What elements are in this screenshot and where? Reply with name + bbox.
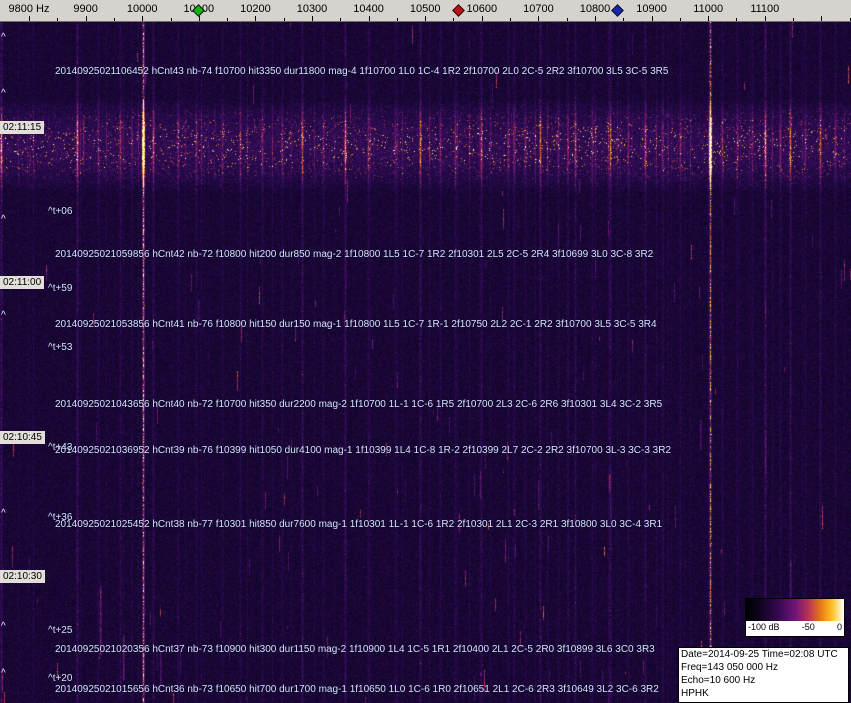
freq-tick: [57, 18, 58, 21]
freq-tick-label: 10800: [580, 3, 611, 15]
freq-tick: [567, 18, 568, 21]
time-offset-mark: ^t+25: [48, 625, 72, 636]
detection-log-line: 20140925021043656 hCnt40 nb-72 f10700 hi…: [55, 399, 662, 410]
freq-tick-label: 10000: [127, 3, 158, 15]
freq-tick: [29, 16, 30, 21]
freq-tick: [623, 18, 624, 21]
freq-tick: [425, 16, 426, 21]
detection-log-line: 20140925021020356 hCnt37 nb-73 f10900 hi…: [55, 644, 655, 655]
event-caret-icon: ^: [1, 311, 6, 321]
freq-tick-label: 10600: [467, 3, 498, 15]
freq-tick: [510, 18, 511, 21]
time-offset-mark: ^t+53: [48, 342, 72, 353]
event-caret-icon: ^: [1, 509, 6, 519]
legend-mid-label: -50: [802, 622, 815, 632]
status-info-box: Date=2014-09-25 Time=02:08 UTCFreq=143 0…: [678, 647, 849, 703]
spectrogram-waterfall[interactable]: [0, 22, 851, 703]
detection-log-line: 20140925021036952 hCnt39 nb-76 f10399 hi…: [55, 445, 671, 456]
time-axis-label: 02:10:45: [0, 431, 45, 444]
freq-tick-label: 11100: [750, 3, 779, 15]
freq-tick: [793, 18, 794, 21]
freq-tick: [397, 18, 398, 21]
detection-log-line: 20140925021053856 hCnt41 nb-76 f10800 hi…: [55, 319, 657, 330]
freq-tick: [340, 18, 341, 21]
info-box-line: Freq=143 050 000 Hz: [681, 661, 846, 674]
freq-tick: [255, 16, 256, 21]
freq-tick: [708, 16, 709, 21]
freq-tick-label: 10200: [240, 3, 271, 15]
legend-min-label: -100 dB: [748, 622, 780, 632]
freq-tick: [736, 18, 737, 21]
time-offset-mark: ^t+06: [48, 206, 72, 217]
event-caret-icon: ^: [1, 89, 6, 99]
time-offset-mark: ^t+43: [48, 442, 72, 453]
freq-tick: [369, 16, 370, 21]
db-gradient-bar: [746, 599, 844, 621]
freq-tick: [142, 16, 143, 21]
freq-tick: [171, 18, 172, 21]
event-caret-icon: ^: [1, 669, 6, 679]
detection-log-line: 20140925021015656 hCnt36 nb-73 f10650 hi…: [55, 684, 659, 695]
freq-tick: [199, 16, 200, 21]
frequency-scale-bar: 9800 Hz990010000101001020010300104001050…: [0, 0, 851, 22]
freq-tick: [652, 16, 653, 21]
event-caret-icon: ^: [1, 215, 6, 225]
time-axis-label: 02:11:15: [0, 121, 44, 134]
freq-tick: [595, 16, 596, 21]
color-scale-legend: -100 dB -50 0: [745, 598, 845, 637]
freq-tick-label: 10300: [297, 3, 328, 15]
freq-tick: [312, 16, 313, 21]
freq-tick: [453, 18, 454, 21]
detection-log-line: 20140925021025452 hCnt38 nb-77 f10301 hi…: [55, 519, 662, 530]
info-box-line: Date=2014-09-25 Time=02:08 UTC: [681, 648, 846, 661]
freq-tick: [284, 18, 285, 21]
marker-blue-diamond[interactable]: [611, 4, 624, 17]
freq-tick-label: 10400: [353, 3, 384, 15]
detection-log-line: 20140925021059856 hCnt42 nb-72 f10800 hi…: [55, 249, 653, 260]
freq-tick-label: 10500: [410, 3, 441, 15]
time-offset-mark: ^t+36: [48, 512, 72, 523]
time-axis-label: 02:10:30: [0, 570, 45, 583]
freq-tick: [86, 16, 87, 21]
detection-log-line: 20140925021106452 hCnt43 nb-74 f10700 hi…: [55, 66, 668, 77]
event-caret-icon: ^: [1, 33, 6, 43]
freq-tick-label: 9900: [73, 3, 97, 15]
freq-tick: [821, 16, 822, 21]
info-box-line: Echo=10 600 Hz: [681, 674, 846, 687]
time-offset-mark: ^t+20: [48, 673, 72, 684]
freq-tick: [765, 16, 766, 21]
event-caret-icon: ^: [1, 622, 6, 632]
time-axis-label: 02:11:00: [0, 276, 44, 289]
freq-tick-label: 10700: [523, 3, 554, 15]
freq-tick: [227, 18, 228, 21]
freq-tick-label: 9800 Hz: [9, 3, 50, 15]
freq-tick-label: 11000: [693, 3, 723, 15]
freq-tick: [680, 18, 681, 21]
db-gradient-labels: -100 dB -50 0: [746, 621, 844, 633]
time-offset-mark: ^t+59: [48, 283, 72, 294]
meteor-echo-spectrogram-window: 20140925021106452 hCnt43 nb-74 f10700 hi…: [0, 0, 851, 703]
info-box-line: HPHK: [681, 687, 846, 700]
freq-tick-label: 10900: [636, 3, 667, 15]
legend-max-label: 0: [837, 622, 842, 632]
freq-tick: [482, 16, 483, 21]
marker-red-diamond[interactable]: [452, 4, 465, 17]
freq-tick: [114, 18, 115, 21]
freq-tick: [538, 16, 539, 21]
